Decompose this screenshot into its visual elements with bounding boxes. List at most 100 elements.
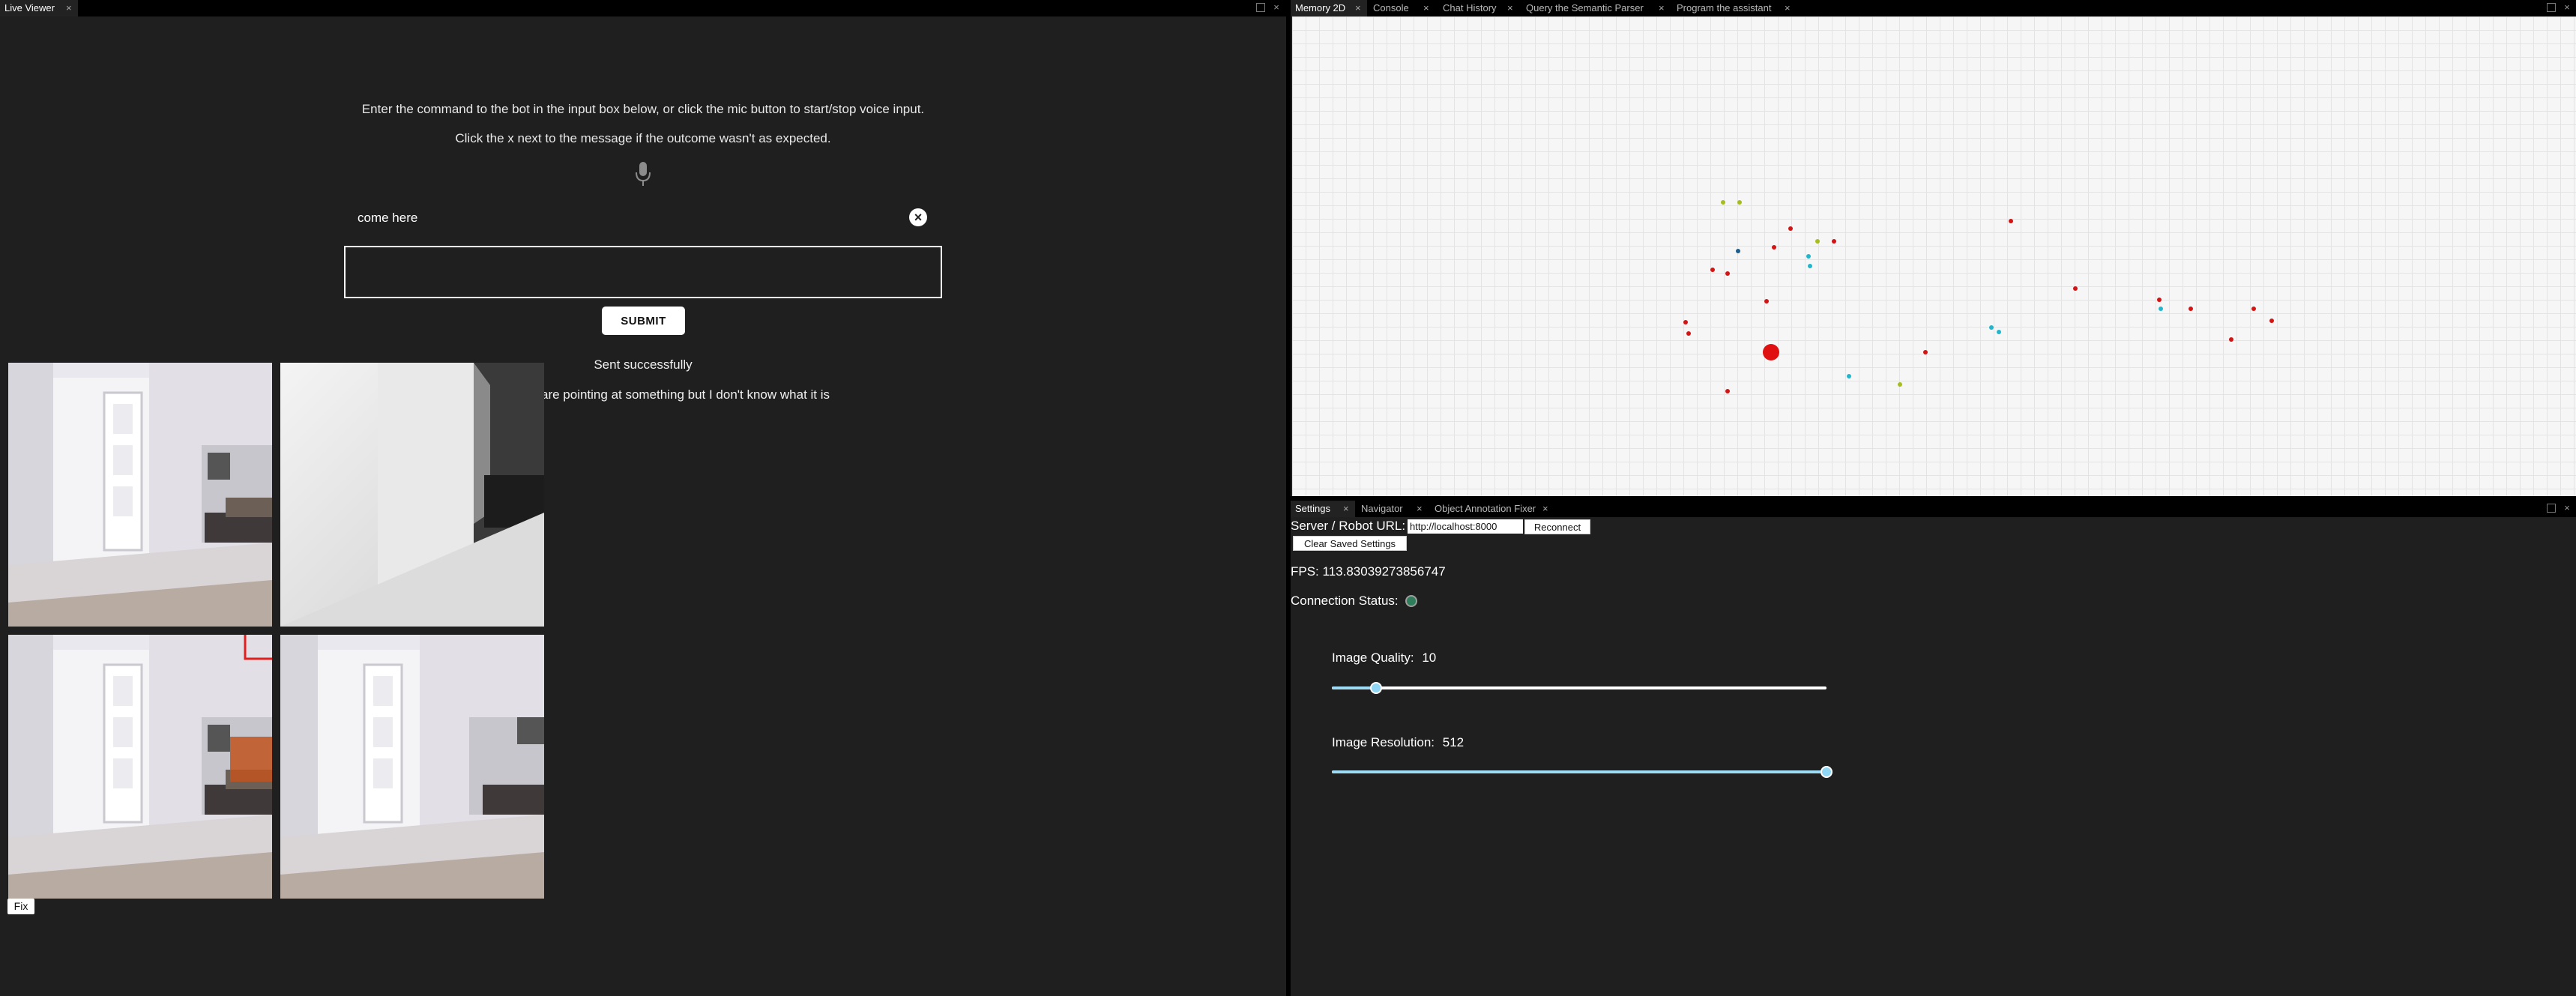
live-viewer-tabbar: Live Viewer × ×	[0, 0, 1286, 16]
server-url-label: Server / Robot URL:	[1291, 519, 1406, 533]
bot-reply: are pointing at something but I don't kn…	[541, 387, 830, 402]
maximize-icon[interactable]	[1256, 3, 1265, 12]
sent-command-text: come here	[358, 211, 418, 225]
memory-point[interactable]	[1898, 382, 1902, 387]
close-icon[interactable]: ×	[1785, 0, 1791, 16]
tab-chat-history[interactable]: Chat History ×	[1438, 0, 1520, 16]
maximize-icon[interactable]	[2547, 3, 2556, 12]
image-resolution-slider-thumb[interactable]	[1821, 766, 1833, 778]
annotated-camera-view	[280, 635, 544, 899]
memory-point[interactable]	[2251, 307, 2256, 311]
memory-point[interactable]	[1847, 374, 1851, 378]
memory-point[interactable]	[2159, 307, 2163, 311]
image-resolution-label: Image Resolution: 512	[1332, 735, 1464, 750]
close-icon[interactable]: ×	[1659, 0, 1665, 16]
image-resolution-slider-fill	[1332, 770, 1827, 773]
memory-point[interactable]	[1721, 200, 1725, 205]
robot-marker	[1763, 344, 1779, 360]
fps-readout: FPS: 113.83039273856747	[1291, 564, 1446, 579]
reject-message-icon[interactable]: ×	[909, 208, 927, 226]
close-icon[interactable]: ×	[1423, 0, 1429, 16]
memory-point[interactable]	[1989, 325, 1994, 330]
connection-status-indicator	[1405, 595, 1417, 607]
memory-point[interactable]	[1997, 330, 2001, 334]
segmentation-camera-view	[8, 635, 272, 899]
tab-label: Query the Semantic Parser	[1526, 2, 1644, 13]
tab-label: Live Viewer	[4, 2, 55, 13]
tab-label: Navigator	[1361, 503, 1403, 514]
memory-2d-panel: Memory 2D × Console × Chat History × Que…	[1291, 0, 2576, 496]
bottom-right-tabbar: Settings × Navigator × Object Annotation…	[1291, 501, 2576, 517]
fix-button[interactable]: Fix	[7, 899, 34, 914]
memory-point[interactable]	[2009, 219, 2013, 223]
memory-point[interactable]	[1737, 200, 1742, 205]
close-icon[interactable]: ×	[2563, 503, 2572, 513]
image-resolution-value: 512	[1442, 735, 1465, 749]
close-icon[interactable]: ×	[1272, 2, 1281, 12]
memory-point[interactable]	[2269, 319, 2274, 323]
image-quality-slider[interactable]	[1332, 682, 1827, 694]
memory-point[interactable]	[1772, 245, 1776, 250]
close-icon[interactable]: ×	[1542, 501, 1548, 517]
memory-point[interactable]	[2189, 307, 2193, 311]
rgb-camera-view	[8, 363, 272, 627]
reconnect-button[interactable]: Reconnect	[1524, 519, 1590, 534]
depth-camera-view	[280, 363, 544, 627]
tab-label: Console	[1373, 2, 1409, 13]
close-icon[interactable]: ×	[1355, 0, 1361, 16]
instruction-text-secondary: Click the x next to the message if the o…	[455, 131, 831, 145]
clear-saved-settings-button[interactable]: Clear Saved Settings	[1293, 536, 1407, 551]
memory-point[interactable]	[1815, 239, 1820, 244]
memory-point[interactable]	[1832, 239, 1836, 244]
memory-point[interactable]	[1725, 389, 1730, 393]
tab-navigator[interactable]: Navigator ×	[1357, 501, 1429, 517]
close-icon[interactable]: ×	[1507, 0, 1513, 16]
tab-live-viewer[interactable]: Live Viewer ×	[0, 0, 78, 16]
memory-point[interactable]	[1686, 331, 1691, 336]
sent-command-row: come here ×	[345, 207, 941, 229]
tab-label: Memory 2D	[1295, 2, 1346, 13]
memory-point[interactable]	[1683, 320, 1688, 325]
close-icon[interactable]: ×	[1343, 501, 1349, 517]
image-quality-label-text: Image Quality:	[1332, 651, 1414, 665]
tab-program-assistant[interactable]: Program the assistant ×	[1672, 0, 1796, 16]
tab-console[interactable]: Console ×	[1369, 0, 1437, 16]
image-quality-value: 10	[1422, 651, 1437, 665]
tab-label: Settings	[1295, 503, 1330, 514]
memory-point[interactable]	[1736, 249, 1740, 253]
memory-point[interactable]	[1788, 226, 1793, 231]
connection-status-label: Connection Status:	[1291, 594, 1399, 608]
server-url-input[interactable]	[1408, 519, 1523, 534]
tab-settings[interactable]: Settings ×	[1291, 501, 1355, 517]
live-viewer-panel: Live Viewer × × Enter the command to the…	[0, 0, 1286, 996]
memory-point[interactable]	[1923, 350, 1928, 354]
memory-point[interactable]	[1764, 299, 1769, 304]
memory-point[interactable]	[1725, 271, 1730, 276]
memory-point[interactable]	[1808, 264, 1812, 268]
top-right-tabbar: Memory 2D × Console × Chat History × Que…	[1291, 0, 2576, 16]
memory-point[interactable]	[2229, 337, 2233, 342]
image-quality-slider-thumb[interactable]	[1370, 682, 1383, 694]
image-resolution-slider[interactable]	[1332, 766, 1833, 778]
tab-label: Chat History	[1443, 2, 1497, 13]
command-input[interactable]	[344, 246, 942, 298]
tab-object-annotation-fixer[interactable]: Object Annotation Fixer ×	[1430, 501, 1554, 517]
close-icon[interactable]: ×	[66, 0, 72, 16]
tab-label: Program the assistant	[1677, 2, 1772, 13]
instruction-text: Enter the command to the bot in the inpu…	[361, 102, 925, 116]
image-resolution-label-text: Image Resolution:	[1332, 735, 1435, 749]
memory-point[interactable]	[1710, 268, 1715, 272]
close-icon[interactable]: ×	[1417, 501, 1423, 517]
settings-panel: Settings × Navigator × Object Annotation…	[1291, 501, 2576, 996]
memory-point[interactable]	[1806, 254, 1811, 259]
memory-point[interactable]	[2157, 298, 2162, 302]
tab-query-semantic-parser[interactable]: Query the Semantic Parser ×	[1521, 0, 1671, 16]
memory-point[interactable]	[2073, 286, 2078, 291]
submit-button[interactable]: SUBMIT	[602, 307, 685, 335]
tab-memory-2d[interactable]: Memory 2D ×	[1291, 0, 1367, 16]
maximize-icon[interactable]	[2547, 504, 2556, 513]
microphone-icon[interactable]	[634, 160, 652, 187]
memory-map-canvas[interactable]	[1292, 16, 2576, 496]
close-icon[interactable]: ×	[2563, 2, 2572, 12]
tab-label: Object Annotation Fixer	[1435, 503, 1536, 514]
